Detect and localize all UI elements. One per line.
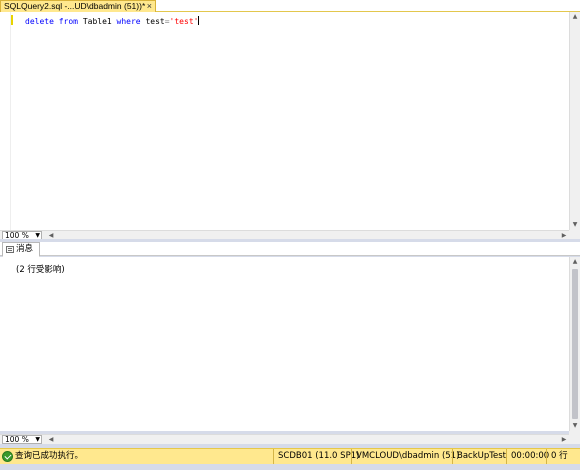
document-tab-strip: SQLQuery2.sql -...UD\dbadmin (51))* × xyxy=(0,0,580,12)
code-token-keyword: delete xyxy=(25,17,54,26)
results-zoom-value: 100 % xyxy=(5,435,29,444)
code-token-keyword: from xyxy=(58,17,78,26)
status-message: 查询已成功执行。 xyxy=(15,451,84,461)
scroll-up-icon[interactable]: ▲ xyxy=(570,257,580,267)
window-bottom-edge xyxy=(0,464,580,470)
scroll-right-icon[interactable]: ▶ xyxy=(559,435,569,444)
results-vertical-scrollbar[interactable]: ▲ ▼ xyxy=(569,257,580,431)
results-horizontal-scrollbar[interactable]: ◀ ▶ xyxy=(46,435,569,444)
scroll-down-icon[interactable]: ▼ xyxy=(570,220,580,230)
document-tab[interactable]: SQLQuery2.sql -...UD\dbadmin (51))* × xyxy=(0,0,156,12)
messages-pane[interactable]: (2 行受影响) ▲ ▼ xyxy=(0,257,580,431)
change-tracking-bar xyxy=(11,15,13,25)
scroll-thumb[interactable] xyxy=(572,269,578,419)
status-row-count: 0 行 xyxy=(546,449,580,464)
code-token-string: 'test' xyxy=(169,17,199,26)
status-elapsed-time: 00:00:00 xyxy=(506,449,549,464)
tab-messages[interactable]: 消息 xyxy=(2,242,40,257)
scrollbar-corner xyxy=(569,431,580,444)
code-token-keyword: where xyxy=(116,17,141,26)
close-icon[interactable]: × xyxy=(147,1,152,12)
results-tab-strip: 消息 xyxy=(0,242,580,257)
scroll-up-icon[interactable]: ▲ xyxy=(570,12,580,22)
code-line[interactable]: delete from Table1 where test='test' xyxy=(25,16,200,27)
scroll-left-icon[interactable]: ◀ xyxy=(46,435,56,444)
status-bar: 查询已成功执行。 SCDB01 (11.0 SP1) VMCLOUD\dbadm… xyxy=(0,448,580,464)
editor-vertical-scrollbar[interactable]: ▲ ▼ xyxy=(569,12,580,230)
results-zoom-select[interactable]: 100 % ▼ xyxy=(2,435,42,444)
code-token-plain: Table1 xyxy=(78,17,117,26)
chevron-down-icon: ▼ xyxy=(35,436,40,443)
success-check-icon xyxy=(2,451,13,462)
query-editor[interactable]: delete from Table1 where test='test' ▲ ▼ xyxy=(0,12,580,230)
code-token-plain: test xyxy=(140,17,165,26)
messages-icon xyxy=(6,246,14,253)
rows-affected-message: (2 行受影响) xyxy=(16,265,65,275)
editor-margin xyxy=(0,12,11,230)
text-caret xyxy=(198,16,200,25)
status-database: BackUpTest xyxy=(452,449,506,464)
scroll-down-icon[interactable]: ▼ xyxy=(570,421,580,431)
status-server: SCDB01 (11.0 SP1) xyxy=(273,449,359,464)
tab-messages-label: 消息 xyxy=(16,244,34,254)
status-user: VMCLOUD\dbadmin (51) xyxy=(351,449,459,464)
results-horizontal-bar: 100 % ▼ ◀ ▶ xyxy=(0,434,569,444)
document-tab-title: SQLQuery2.sql -...UD\dbadmin (51))* xyxy=(4,1,146,11)
